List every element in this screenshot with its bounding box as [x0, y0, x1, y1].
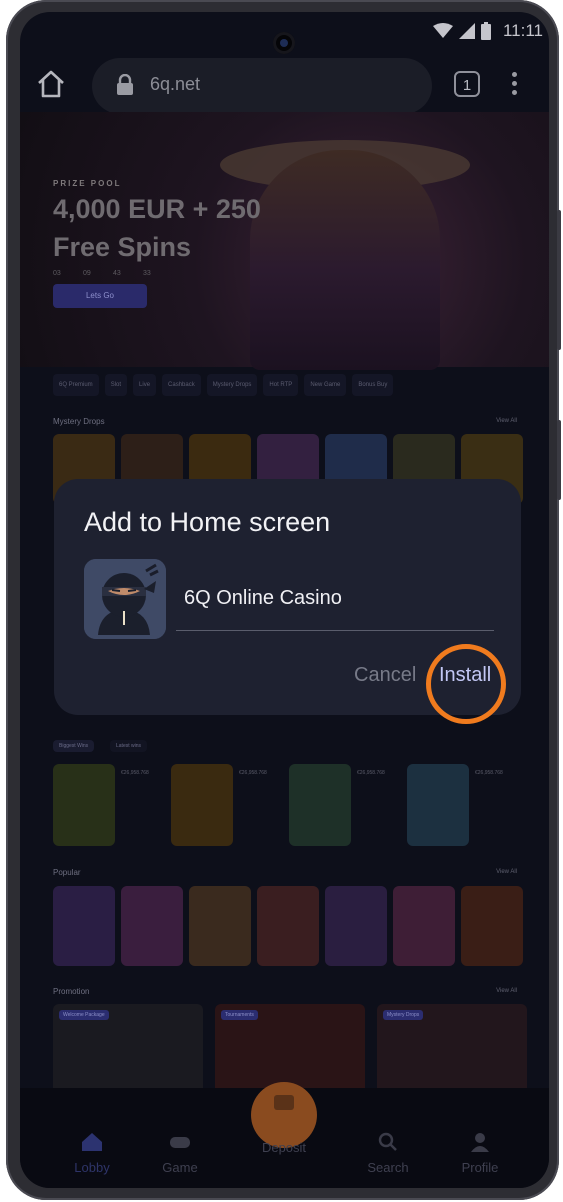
game-thumbnail [289, 764, 351, 846]
game-thumbnail [53, 764, 115, 846]
category-item[interactable]: Live [133, 374, 157, 396]
profile-icon [471, 1133, 489, 1152]
category-item[interactable]: Slot [104, 374, 128, 396]
more-options-icon[interactable] [512, 72, 518, 99]
promo-card[interactable]: Welcome Package [53, 1004, 203, 1094]
countdown-value: 09 [83, 270, 91, 277]
countdown-value: 43 [113, 270, 121, 277]
gamepad-icon [170, 1137, 190, 1148]
lock-icon [117, 74, 133, 95]
view-all-link[interactable]: View All [496, 988, 517, 994]
screen: 11:11 6q.net 1 PRIZE POOL 4,000 EUR + 25… [20, 12, 549, 1188]
volume-button [557, 210, 561, 350]
game-thumbnail[interactable] [257, 886, 319, 966]
game-thumbnail [171, 764, 233, 846]
win-amount: €26,958.768 [239, 770, 267, 776]
home-icon [82, 1133, 102, 1151]
promo-tag: Tournaments [221, 1010, 258, 1020]
install-button[interactable]: Install [439, 664, 491, 687]
game-thumbnail[interactable] [121, 886, 183, 966]
countdown: 03 09 43 33 [53, 270, 165, 277]
section-title-popular: Popular [53, 868, 81, 877]
view-all-link[interactable]: View All [496, 418, 517, 424]
category-item[interactable]: 6Q Premium [53, 374, 99, 396]
tab-switcher-button[interactable]: 1 [454, 71, 480, 97]
clock: 11:11 [502, 21, 543, 40]
tab-latest-wins[interactable]: Latest wins [110, 740, 148, 752]
dialog-title: Add to Home screen [84, 507, 331, 537]
phone-frame: 11:11 6q.net 1 PRIZE POOL 4,000 EUR + 25… [6, 0, 561, 1200]
search-icon [378, 1132, 397, 1151]
add-to-home-dialog: Add to Home screen 6Q Online Casino Canc… [54, 479, 521, 724]
section-title-mystery-drops: Mystery Drops [53, 417, 105, 426]
win-card[interactable]: €26,958.768 [407, 764, 517, 846]
game-thumbnail[interactable] [393, 886, 455, 966]
win-card[interactable]: €26,958.768 [289, 764, 399, 846]
countdown-value: 03 [53, 270, 61, 277]
wifi-icon [433, 23, 453, 38]
nav-lobby-label: Lobby [74, 1160, 110, 1175]
category-bar: 6Q Premium Slot Live Cashback Mystery Dr… [53, 374, 523, 396]
tab-biggest-wins[interactable]: Biggest Wins [53, 740, 95, 752]
lets-go-button[interactable]: Lets Go [53, 284, 147, 308]
ninja-icon [84, 559, 166, 639]
win-amount: €26,958.768 [121, 770, 149, 776]
section-title-promotion: Promotion [53, 987, 90, 996]
cancel-button[interactable]: Cancel [354, 664, 416, 687]
bottom-nav: Lobby Game Deposit Search Profile [20, 1082, 549, 1188]
win-card[interactable]: €26,958.768 [53, 764, 163, 846]
wallet-icon [274, 1095, 294, 1110]
hero-banner: PRIZE POOL 4,000 EUR + 250 Free Spins 03… [20, 112, 549, 370]
address-bar[interactable] [92, 58, 432, 114]
game-thumbnail[interactable] [53, 886, 115, 966]
signal-icon [459, 23, 475, 39]
popular-row [53, 886, 523, 966]
app-name-underline [176, 630, 494, 631]
prize-pool-label: PRIZE POOL [53, 179, 122, 188]
prize-pool-title: 4,000 EUR + 250 Free Spins [53, 194, 261, 262]
win-amount: €26,958.768 [475, 770, 503, 776]
game-thumbnail[interactable] [461, 886, 523, 966]
nav-game-label: Game [162, 1160, 198, 1175]
nav-deposit-label: Deposit [261, 1140, 307, 1155]
game-thumbnail [407, 764, 469, 846]
game-thumbnail[interactable] [189, 886, 251, 966]
category-item[interactable]: Bonus Buy [352, 374, 394, 396]
promotion-row: Welcome Package Tournaments Mystery Drop… [53, 1004, 527, 1094]
wins-row: €26,958.768 €26,958.768 €26,958.768 €26,… [53, 764, 517, 846]
app-name-field[interactable]: 6Q Online Casino [184, 587, 342, 610]
status-icons [433, 22, 491, 40]
app-icon [84, 559, 166, 639]
promo-tag: Welcome Package [59, 1010, 109, 1020]
nav-game[interactable]: Game [140, 1132, 220, 1175]
win-amount: €26,958.768 [357, 770, 385, 776]
category-item[interactable]: Cashback [162, 374, 201, 396]
category-item[interactable]: New Game [304, 374, 347, 396]
power-button [557, 420, 561, 500]
battery-icon [481, 22, 491, 40]
status-bar: 11:11 [20, 12, 549, 54]
nav-profile[interactable]: Profile [440, 1132, 520, 1175]
browser-toolbar: 6q.net 1 [20, 56, 549, 114]
countdown-value: 33 [143, 270, 151, 277]
win-card[interactable]: €26,958.768 [171, 764, 281, 846]
home-icon[interactable] [36, 69, 66, 99]
nav-lobby[interactable]: Lobby [52, 1132, 132, 1175]
promo-tag: Mystery Drops [383, 1010, 424, 1020]
category-item[interactable]: Mystery Drops [206, 374, 258, 396]
category-item[interactable]: Hot RTP [263, 374, 299, 396]
promo-card[interactable]: Tournaments [215, 1004, 365, 1094]
nav-search-label: Search [367, 1160, 409, 1175]
promo-card[interactable]: Mystery Drops [377, 1004, 527, 1094]
url-text: 6q.net [150, 74, 201, 94]
nav-profile-label: Profile [461, 1160, 499, 1175]
game-thumbnail[interactable] [325, 886, 387, 966]
nav-search[interactable]: Search [348, 1132, 428, 1175]
front-camera [273, 32, 295, 54]
view-all-link[interactable]: View All [496, 869, 517, 875]
nav-deposit[interactable]: Deposit [244, 1095, 324, 1155]
